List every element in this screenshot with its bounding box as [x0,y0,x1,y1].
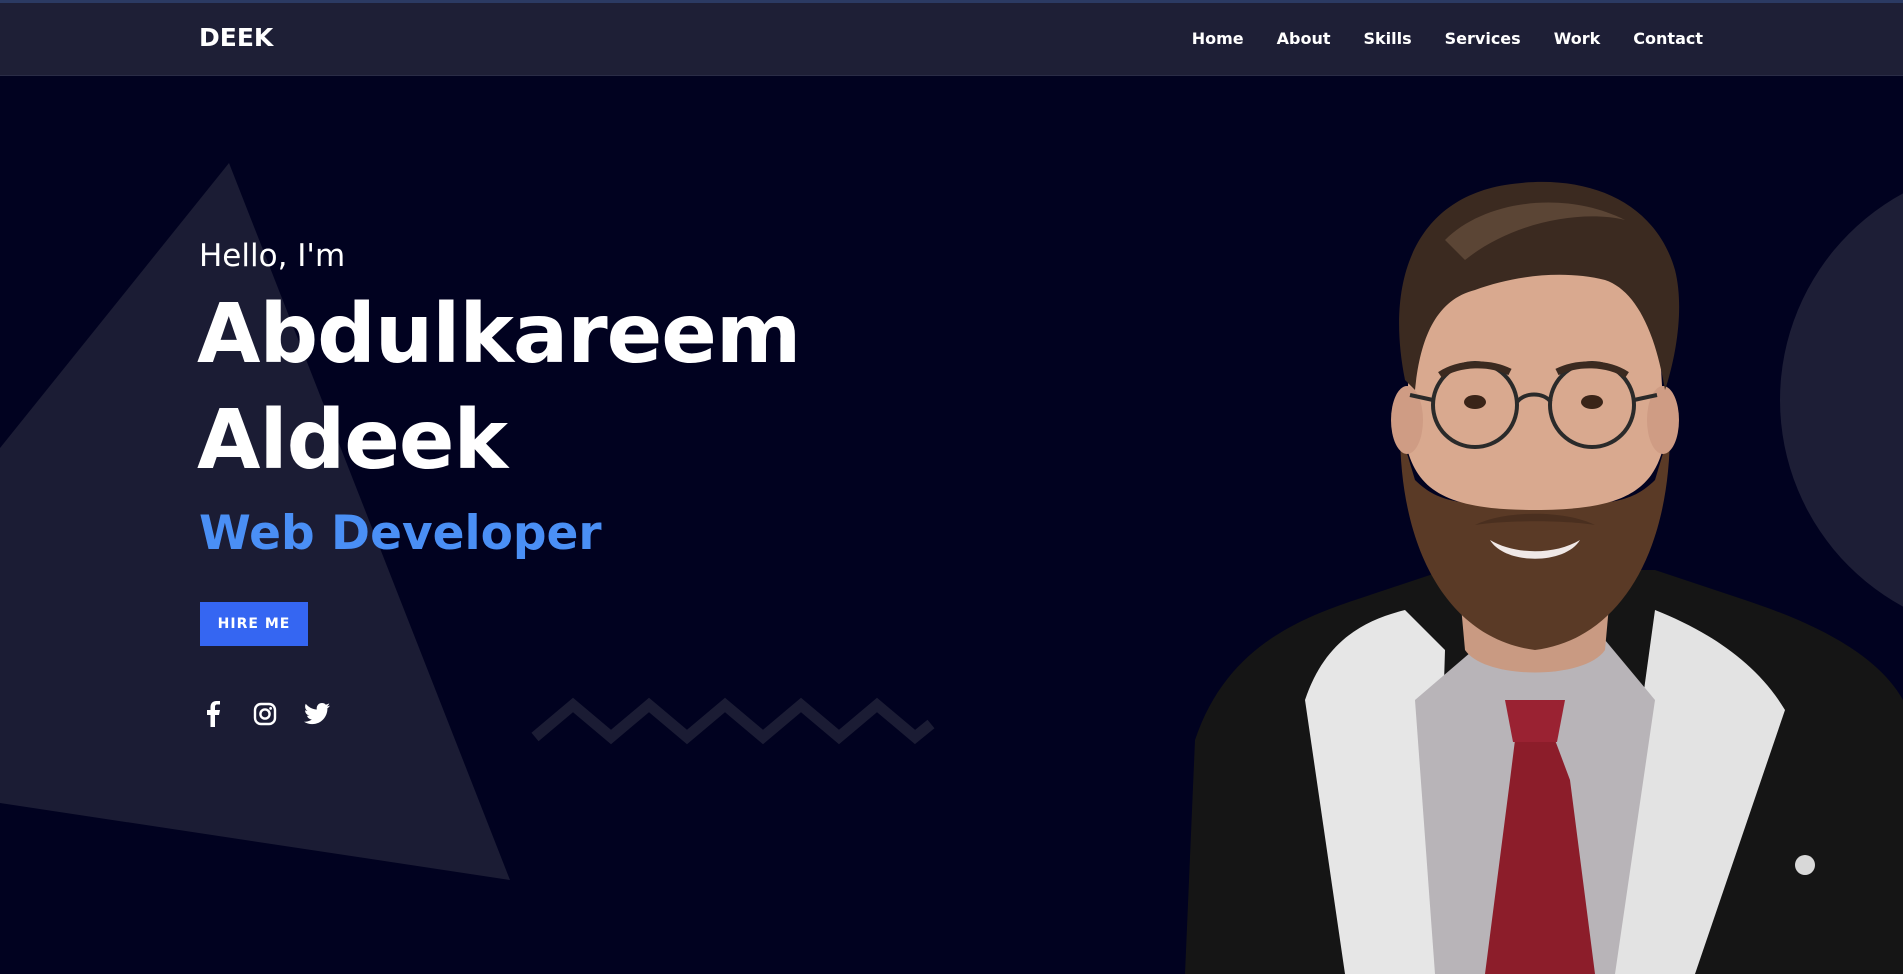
hero-name-last: Aldeek [197,393,508,488]
hero-role: Web Developer [199,506,602,561]
nav-services-link[interactable]: Services [1445,29,1521,48]
hero-name: Abdulkareem Aldeek [197,282,897,494]
nav-skills-link[interactable]: Skills [1364,29,1412,48]
facebook-icon[interactable] [199,700,227,728]
twitter-icon[interactable] [303,700,331,728]
hire-me-button[interactable]: HIRE ME [200,602,308,646]
social-links [199,700,331,728]
navbar: DEEK Home About Skills Services Work Con… [0,3,1903,76]
nav-work-link[interactable]: Work [1554,29,1601,48]
instagram-icon[interactable] [251,700,279,728]
site-logo[interactable]: DEEK [199,23,273,52]
nav-home-link[interactable]: Home [1192,29,1244,48]
nav-about-link[interactable]: About [1277,29,1331,48]
hero-greeting: Hello, I'm [199,238,346,274]
nav-menu: Home About Skills Services Work Contact [1192,29,1703,48]
zigzag-shape [531,697,935,745]
nav-contact-link[interactable]: Contact [1633,29,1703,48]
page: DEEK Home About Skills Services Work Con… [0,0,1903,974]
hero-name-first: Abdulkareem [197,287,801,382]
profile-photo [1185,181,1903,974]
